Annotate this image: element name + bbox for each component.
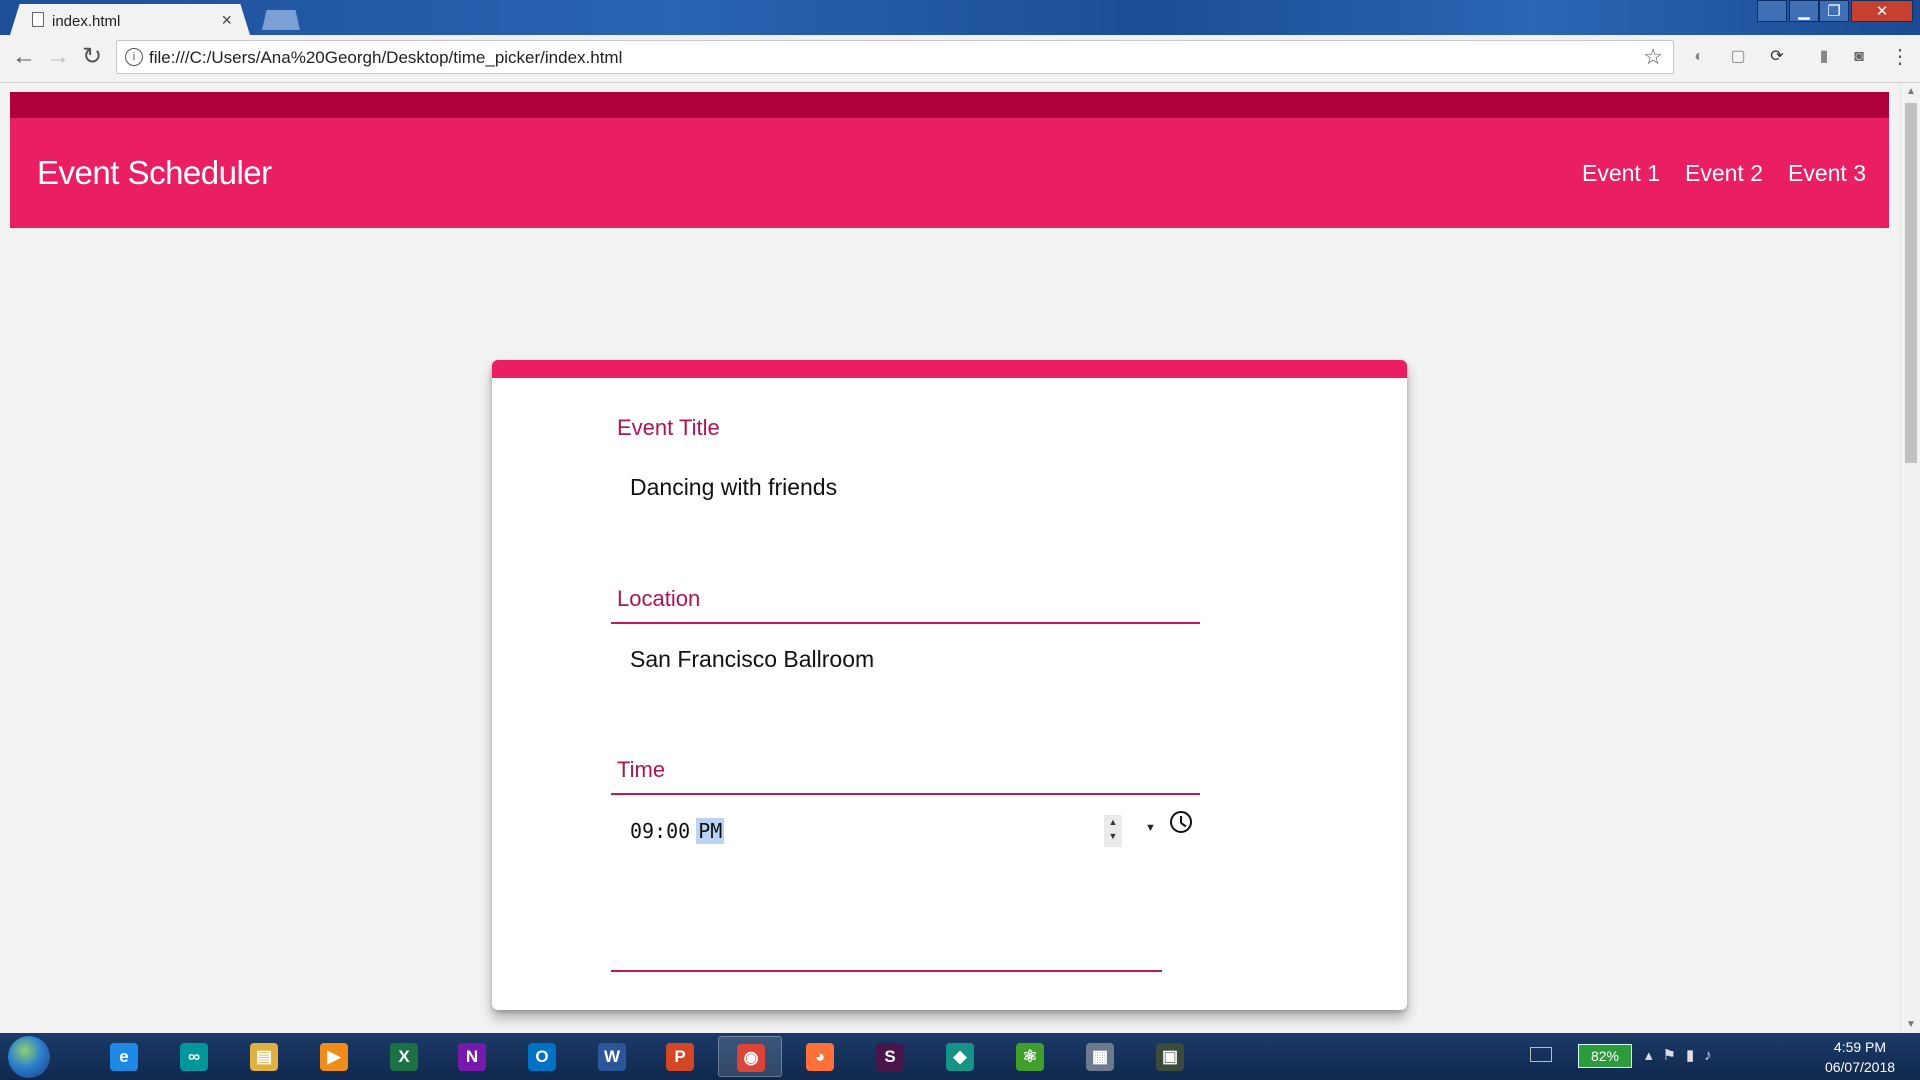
taskbar-app-calculator[interactable]: ▦ [1068, 1036, 1132, 1077]
taskbar-app-terminal[interactable]: ▣ [1138, 1036, 1202, 1077]
system-tray-icons[interactable]: ▴⚑▮♪ [1645, 1046, 1722, 1064]
bookmark-star-icon[interactable]: ☆ [1643, 44, 1663, 70]
location-input[interactable]: San Francisco Ballroom [630, 646, 874, 673]
nav-link-event-3[interactable]: Event 3 [1788, 160, 1866, 187]
taskbar-app-powerpoint[interactable]: P [648, 1036, 712, 1077]
browser-toolbar: ← → ↻ i file:///C:/Users/Ana%20Georgh/De… [0, 35, 1920, 83]
forward-icon[interactable]: → [46, 45, 70, 69]
new-tab-button[interactable] [262, 10, 300, 30]
arduino-icon: ∞ [180, 1043, 208, 1071]
minimize-button[interactable]: ▁ [1789, 0, 1819, 22]
event-title-underline [611, 622, 1200, 624]
brand-title[interactable]: Event Scheduler [37, 154, 272, 192]
onenote-icon: N [458, 1043, 486, 1071]
extension-icon[interactable]: ▢ [1729, 48, 1747, 66]
taskbar-date[interactable]: 06/07/2018 [1810, 1059, 1910, 1075]
camera-icon[interactable]: ◙ [1850, 48, 1868, 66]
taskbar-app-file-explorer[interactable]: ▤ [232, 1036, 296, 1077]
site-info-icon[interactable]: i [125, 48, 143, 66]
clock-icon[interactable] [1170, 811, 1192, 833]
time-hours-minutes[interactable]: 09:00 [630, 819, 690, 843]
internet-explorer-icon: e [110, 1043, 138, 1071]
time-stepper[interactable]: ▲ ▼ [1104, 815, 1122, 847]
taskbar-app-outlook[interactable]: O [510, 1036, 574, 1077]
address-bar[interactable]: i file:///C:/Users/Ana%20Georgh/Desktop/… [116, 40, 1674, 74]
taskbar-app-excel[interactable]: X [372, 1036, 436, 1077]
taskbar-app-firefox[interactable]: ◕ [788, 1036, 852, 1077]
time-input[interactable]: 09:00 PM [630, 818, 725, 844]
location-label: Location [617, 586, 701, 611]
extension-icon[interactable]: ▮ [1815, 48, 1833, 66]
word-icon: W [598, 1043, 626, 1071]
taskbar-app-gitkraken[interactable]: ◆ [928, 1036, 992, 1077]
battery-indicator[interactable]: 82% [1578, 1044, 1632, 1068]
status-bar [10, 92, 1889, 118]
atom-icon: ⚛ [1016, 1043, 1044, 1071]
tab-close-icon[interactable]: × [221, 10, 232, 31]
maximize-button[interactable]: ❐ [1819, 0, 1849, 22]
event-form-card: Event Title Dancing with friends Locatio… [492, 360, 1407, 1010]
extension-sync-icon[interactable]: ⟳ [1768, 48, 1786, 66]
extension-icon[interactable]: ◐ [1690, 48, 1708, 66]
taskbar-app-arduino[interactable]: ∞ [162, 1036, 226, 1077]
reload-icon[interactable]: ↻ [82, 45, 102, 69]
calculator-icon: ▦ [1086, 1043, 1114, 1071]
chrome-icon: ◉ [737, 1044, 765, 1072]
excel-icon: X [390, 1043, 418, 1071]
taskbar-time[interactable]: 4:59 PM [1820, 1039, 1900, 1055]
time-label: Time [617, 757, 666, 782]
nav-link-event-1[interactable]: Event 1 [1582, 160, 1660, 187]
location-underline [611, 793, 1200, 795]
windows-taskbar: e ∞ ▤ ▶ X N O W P ◉ ◕ S ◆ ⚛ ▦ ▣ 82% ▴⚑▮♪ 4:59 PM 06/07/… [0, 1033, 1920, 1080]
file-explorer-icon: ▤ [250, 1043, 278, 1071]
outlook-icon: O [528, 1043, 556, 1071]
close-window-button[interactable]: ✕ [1851, 0, 1913, 22]
taskbar-app-media-player[interactable]: ▶ [302, 1036, 366, 1077]
browser-menu-icon[interactable]: ⋮ [1890, 47, 1910, 67]
dropdown-arrow-icon[interactable]: ▼ [1145, 822, 1156, 834]
firefox-icon: ◕ [806, 1043, 834, 1071]
browser-titlebar: index.html × ▁ ❐ ✕ [0, 0, 1920, 35]
nav-link-event-2[interactable]: Event 2 [1685, 160, 1763, 187]
app-header: Event Scheduler Event 1 Event 2 Event 3 [10, 118, 1889, 228]
card-accent-bar [492, 360, 1407, 378]
back-icon[interactable]: ← [12, 45, 36, 69]
taskbar-app-chrome[interactable]: ◉ [718, 1036, 782, 1077]
media-player-icon: ▶ [320, 1043, 348, 1071]
event-title-input[interactable]: Dancing with friends [630, 474, 837, 501]
profile-button[interactable] [1757, 0, 1787, 22]
powerpoint-icon: P [666, 1043, 694, 1071]
time-ampm-segment[interactable]: PM [696, 818, 725, 844]
page-scrollbar[interactable]: ▲ ▼ [1900, 83, 1920, 1033]
taskbar-app-internet-explorer[interactable]: e [92, 1036, 156, 1077]
slack-icon: S [876, 1043, 904, 1071]
document-icon [32, 12, 44, 27]
time-underline [611, 970, 1162, 972]
start-button[interactable] [8, 1036, 50, 1078]
taskbar-app-word[interactable]: W [580, 1036, 644, 1077]
tab-title: index.html [52, 13, 121, 30]
event-title-label: Event Title [617, 415, 720, 440]
terminal-icon: ▣ [1156, 1043, 1184, 1071]
scroll-up-icon[interactable]: ▲ [1906, 86, 1916, 97]
keyboard-icon[interactable] [1530, 1047, 1552, 1062]
taskbar-app-slack[interactable]: S [858, 1036, 922, 1077]
browser-tab[interactable]: index.html × [10, 4, 250, 35]
gitkraken-icon: ◆ [946, 1043, 974, 1071]
url-text[interactable]: file:///C:/Users/Ana%20Georgh/Desktop/ti… [149, 48, 622, 68]
taskbar-app-atom[interactable]: ⚛ [998, 1036, 1062, 1077]
scroll-thumb[interactable] [1905, 103, 1917, 463]
page-viewport: Event Scheduler Event 1 Event 2 Event 3 … [0, 83, 1900, 1033]
scroll-down-icon[interactable]: ▼ [1906, 1019, 1916, 1030]
taskbar-app-onenote[interactable]: N [440, 1036, 504, 1077]
